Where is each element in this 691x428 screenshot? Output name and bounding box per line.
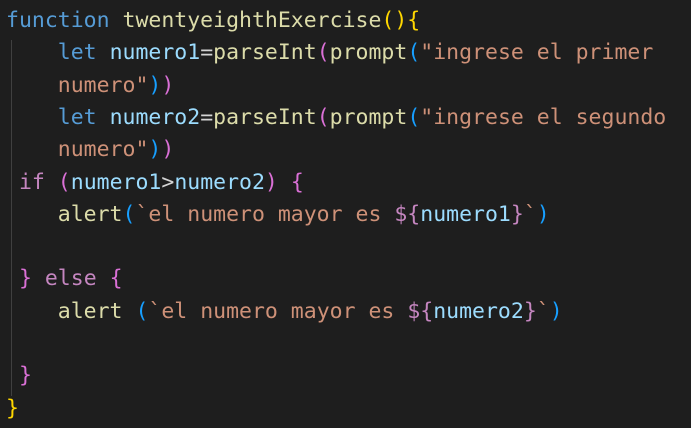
code-line-5[interactable]: numero")) xyxy=(6,134,175,166)
code-token: ) xyxy=(148,137,162,163)
code-token: ${ xyxy=(407,298,434,324)
code-token: ` xyxy=(523,201,537,227)
code-token: "ingrese el segundo xyxy=(420,104,667,130)
code-line-1[interactable]: function twentyeighthExercise(){ xyxy=(6,5,420,37)
code-token: numero1 xyxy=(420,201,511,227)
code-token: `el numero mayor es xyxy=(148,298,408,324)
code-token: = xyxy=(200,40,214,66)
code-token: ( xyxy=(316,40,330,66)
code-token: numero2 xyxy=(174,169,265,195)
code-token: () xyxy=(381,8,408,33)
code-token: ) xyxy=(549,298,563,324)
code-line-2[interactable]: let numero1=parseInt(prompt("ingrese el … xyxy=(6,37,654,69)
code-token: { xyxy=(290,169,304,195)
code-token: { xyxy=(407,8,421,33)
code-token: ( xyxy=(122,201,136,227)
code-token: function xyxy=(6,8,110,33)
code-token: ` xyxy=(536,298,550,324)
code-token: alert xyxy=(57,298,123,324)
code-line-6[interactable]: if (numero1>numero2) { xyxy=(6,167,304,199)
code-token: prompt xyxy=(329,104,408,130)
code-line-12[interactable]: } xyxy=(6,360,32,392)
code-token: } xyxy=(18,266,32,292)
code-line-4[interactable]: let numero2=parseInt(prompt("ingrese el … xyxy=(6,102,666,134)
code-line-13[interactable]: } xyxy=(6,393,19,425)
code-token: ) xyxy=(536,201,550,227)
code-token: numero1 xyxy=(109,40,201,66)
code-line-10[interactable]: alert (`el numero mayor es ${numero2}`) xyxy=(6,296,563,328)
code-token: numero" xyxy=(57,137,149,163)
code-token: > xyxy=(161,169,175,195)
code-token: numero2 xyxy=(109,104,201,130)
code-token: { xyxy=(109,266,123,292)
code-token: else xyxy=(44,266,97,292)
code-token: numero1 xyxy=(70,169,162,195)
code-token: numero2 xyxy=(433,298,524,324)
code-token: twentyeighthExercise xyxy=(122,8,382,33)
code-token: prompt xyxy=(329,40,408,66)
code-token: parseInt xyxy=(213,104,317,130)
code-token: ) xyxy=(161,137,175,163)
code-token: } xyxy=(18,363,32,389)
code-token: } xyxy=(510,201,524,227)
code-token: "ingrese el primer xyxy=(420,40,654,66)
code-token: } xyxy=(523,298,537,324)
code-token: if xyxy=(18,169,45,195)
code-token: ) xyxy=(161,72,175,98)
code-token: numero" xyxy=(57,72,149,98)
code-line-3[interactable]: numero")) xyxy=(6,70,175,102)
code-token: ( xyxy=(57,169,71,195)
code-token: ( xyxy=(407,40,421,66)
code-token: ( xyxy=(407,104,421,130)
code-line-7[interactable]: alert(`el numero mayor es ${numero1}`) xyxy=(6,199,550,231)
code-token: = xyxy=(200,104,214,130)
code-token: ) xyxy=(264,169,278,195)
code-editor[interactable]: function twentyeighthExercise(){ let num… xyxy=(0,0,691,428)
code-token: let xyxy=(57,40,97,66)
code-token: alert xyxy=(57,201,123,227)
code-token: parseInt xyxy=(213,40,317,66)
code-token: ( xyxy=(316,104,330,130)
code-token: ) xyxy=(148,72,162,98)
code-line-9[interactable]: } else { xyxy=(6,263,123,295)
code-token: ${ xyxy=(394,201,421,227)
code-token: ( xyxy=(135,298,149,324)
code-token: let xyxy=(57,104,97,130)
code-token: } xyxy=(6,395,19,421)
code-token: `el numero mayor es xyxy=(135,201,395,227)
